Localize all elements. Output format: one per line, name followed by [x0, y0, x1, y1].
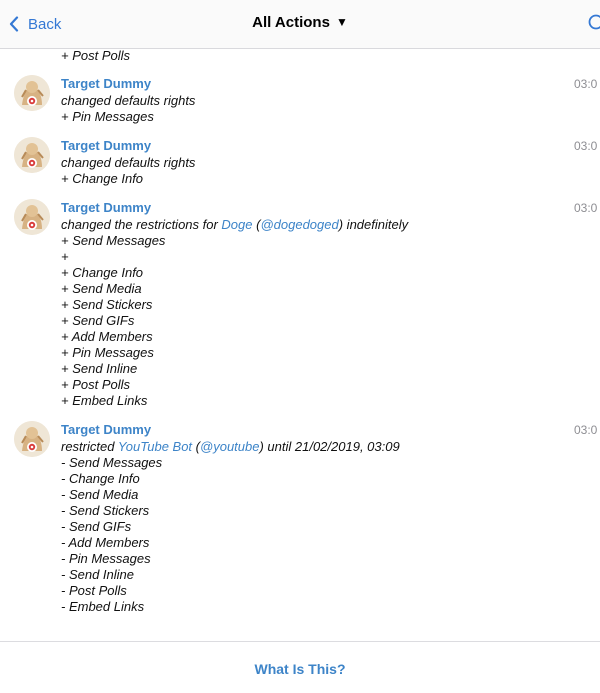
caret-down-icon: ▼ [336, 15, 348, 29]
entry-body: changed the restrictions for Doge (@doge… [61, 217, 408, 409]
entry-line: - Add Members [61, 535, 400, 551]
user-name-link[interactable]: YouTube Bot [118, 439, 192, 454]
entry-line: + Send Inline [61, 361, 408, 377]
header-suffix: ) indefinitely [339, 217, 408, 232]
search-icon[interactable] [588, 14, 600, 39]
entry-line: - Pin Messages [61, 551, 400, 567]
header-prefix: changed the restrictions for [61, 217, 221, 232]
entry-line: + Send Messages [61, 233, 408, 249]
actions-filter-dropdown[interactable]: All Actions ▼ [0, 14, 600, 31]
user-handle-link[interactable]: @youtube [200, 439, 259, 454]
entry-body: changed defaults rights + Change Info [61, 155, 195, 187]
entry-line: + Send Stickers [61, 297, 408, 313]
author-name[interactable]: Target Dummy [61, 422, 151, 437]
avatar[interactable] [14, 199, 50, 235]
author-name[interactable]: Target Dummy [61, 200, 151, 215]
entry-line: + Change Info [61, 265, 408, 281]
navigation-bar: Back All Actions▼ [0, 0, 600, 49]
entry-line: + Change Info [61, 171, 195, 187]
entry-line: - Send Messages [61, 455, 400, 471]
entry-line: - Embed Links [61, 599, 400, 615]
entry-line: + Send GIFs [61, 313, 408, 329]
entry-line: - Send Inline [61, 567, 400, 583]
entry-line: + Embed Links [61, 393, 408, 409]
entry-line: + Post Polls [61, 377, 408, 393]
author-name[interactable]: Target Dummy [61, 76, 151, 91]
entry-line: + Send Media [61, 281, 408, 297]
avatar[interactable] [14, 75, 50, 111]
entry-header-line: changed the restrictions for Doge (@doge… [61, 217, 408, 233]
entry-line: - Change Info [61, 471, 400, 487]
avatar[interactable] [14, 421, 50, 457]
footer-bar: What Is This? [0, 641, 600, 693]
header-suffix: ) until 21/02/2019, 03:09 [259, 439, 399, 454]
entry-line: changed defaults rights [61, 155, 195, 171]
paren-open: ( [192, 439, 200, 454]
entry-line: + Pin Messages [61, 345, 408, 361]
entry-line: - Send GIFs [61, 519, 400, 535]
header-prefix: restricted [61, 439, 118, 454]
timestamp: 03:0 [574, 139, 597, 153]
what-is-this-button[interactable]: What Is This? [0, 661, 600, 677]
timestamp: 03:0 [574, 423, 597, 437]
user-name-link[interactable]: Doge [221, 217, 252, 232]
log-fragment: + Post Polls [61, 48, 130, 64]
author-name[interactable]: Target Dummy [61, 138, 151, 153]
avatar[interactable] [14, 137, 50, 173]
entry-body: changed defaults rights + Pin Messages [61, 93, 195, 125]
entry-header-line: restricted YouTube Bot (@youtube) until … [61, 439, 400, 455]
entry-line: + Add Members [61, 329, 408, 345]
entry-body: restricted YouTube Bot (@youtube) until … [61, 439, 400, 615]
timestamp: 03:0 [574, 201, 597, 215]
entry-line: - Send Media [61, 487, 400, 503]
entry-line: - Post Polls [61, 583, 400, 599]
entry-line: + Pin Messages [61, 109, 195, 125]
entry-line: changed defaults rights [61, 93, 195, 109]
entry-line: - Send Stickers [61, 503, 400, 519]
user-handle-link[interactable]: @dogedoged [260, 217, 338, 232]
entry-line: + [61, 249, 408, 265]
page-title: All Actions [252, 14, 330, 31]
timestamp: 03:0 [574, 77, 597, 91]
